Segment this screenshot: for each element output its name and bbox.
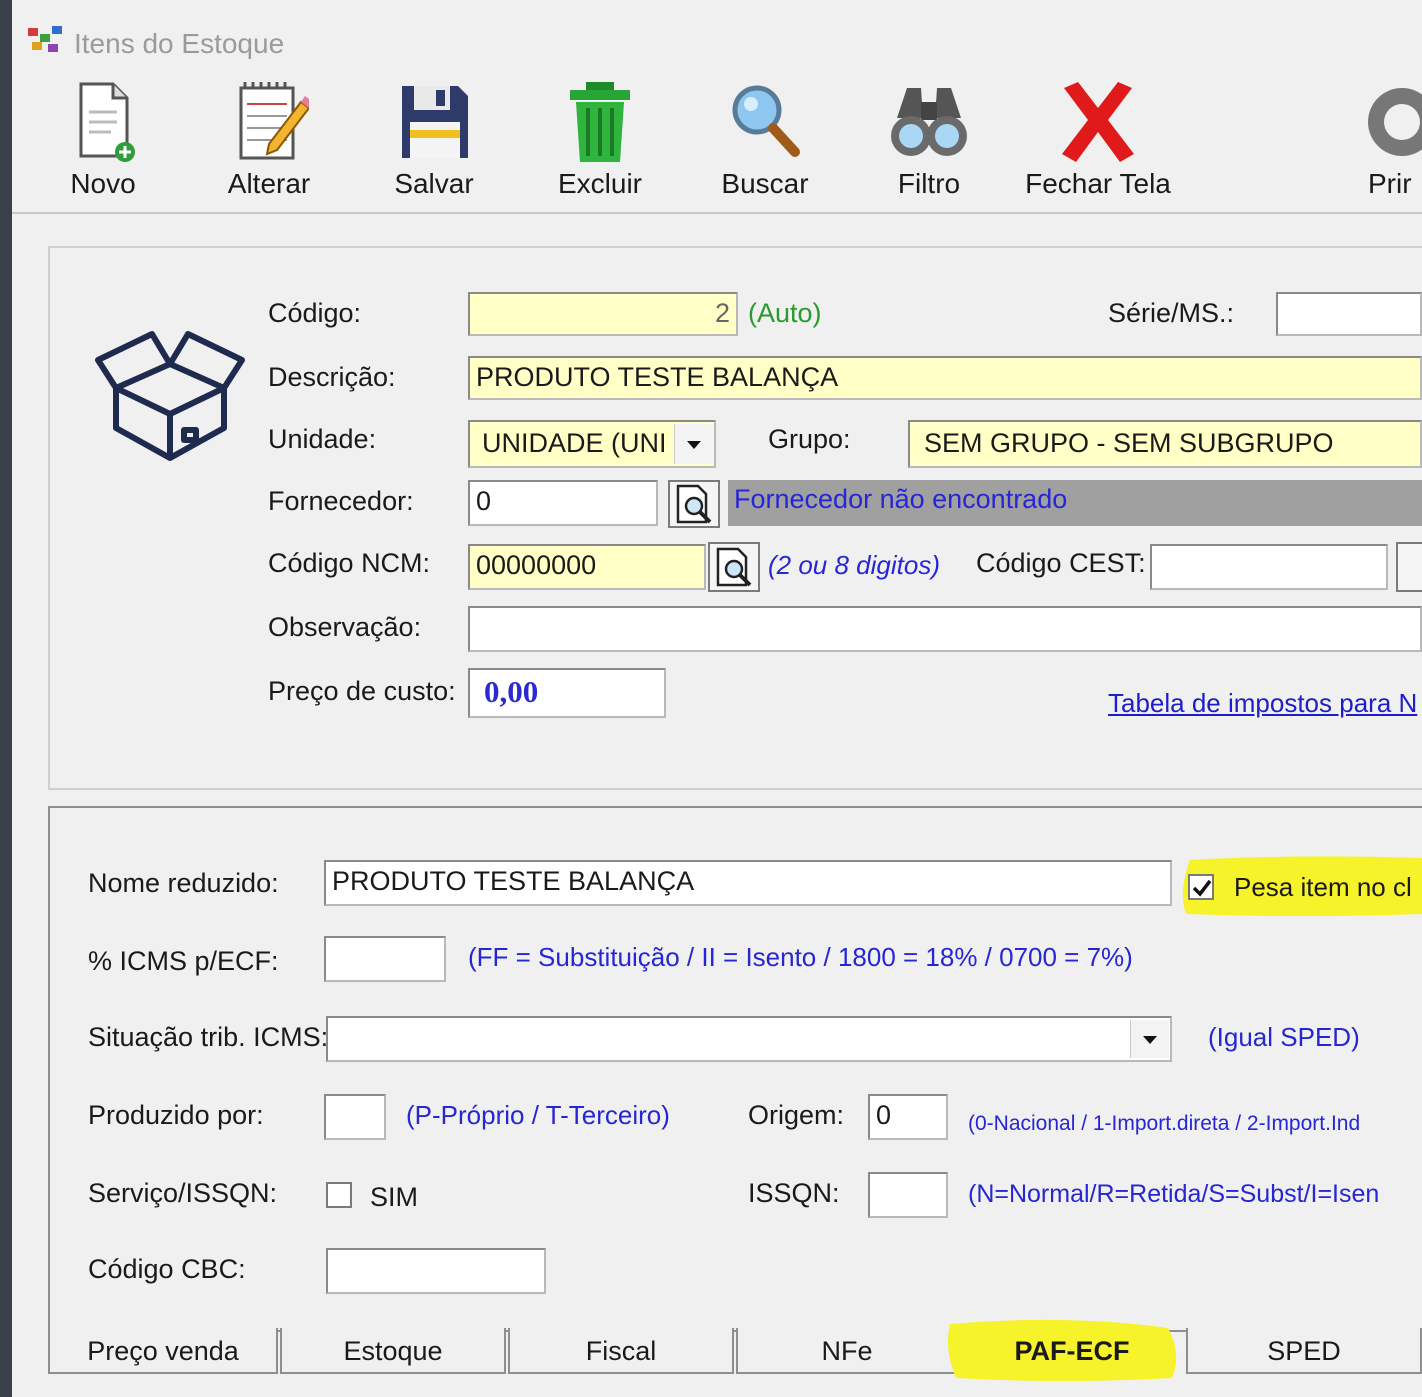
novo-label: Novo [70, 168, 136, 199]
salvar-button[interactable]: Salvar [382, 78, 486, 208]
ncm-hint: (2 ou 8 digitos) [768, 550, 940, 580]
produzido-por-field[interactable] [324, 1094, 386, 1140]
fornecedor-search-button[interactable] [668, 480, 720, 528]
codigo-field[interactable]: 2 [468, 292, 738, 336]
salvar-label: Salvar [394, 168, 474, 199]
codigo-cbc-label: Código CBC: [88, 1254, 246, 1284]
nome-reduzido-label: Nome reduzido: [88, 868, 279, 898]
magnifier-icon [732, 85, 800, 157]
tab-preco-venda[interactable]: Preço venda [48, 1328, 278, 1374]
cest-search-button[interactable] [1396, 542, 1422, 592]
document-search-icon [676, 484, 712, 524]
nome-reduzido-field[interactable]: PRODUTO TESTE BALANÇA [324, 860, 1172, 906]
filtro-button[interactable]: Filtro [880, 78, 978, 208]
preco-custo-field[interactable]: 0,00 [468, 668, 666, 718]
imprimir-button[interactable]: Prir [1364, 78, 1422, 208]
origem-label: Origem: [748, 1100, 845, 1130]
unidade-label: Unidade: [268, 424, 377, 454]
produzido-por-label: Produzido por: [88, 1100, 264, 1130]
alterar-button[interactable]: Alterar [212, 78, 326, 208]
codigo-cbc-field[interactable] [326, 1248, 546, 1294]
alterar-label: Alterar [227, 168, 311, 199]
origem-hint: (0-Nacional / 1-Import.direta / 2-Import… [968, 1112, 1361, 1135]
excluir-label: Excluir [557, 168, 642, 199]
icms-ecf-field[interactable] [324, 936, 446, 982]
tabela-impostos-link-wrap[interactable]: Tabela de impostos para N [1108, 688, 1417, 719]
buscar-button[interactable]: Buscar [712, 78, 818, 208]
printer-icon [1368, 88, 1422, 156]
new-document-icon [79, 82, 135, 162]
app-icon [28, 26, 62, 52]
serie-label: Série/MS.: [1108, 298, 1235, 328]
codigo-auto-hint: (Auto) [748, 298, 822, 328]
fechar-tela-button[interactable]: Fechar Tela [1018, 78, 1178, 208]
descricao-field[interactable]: PRODUTO TESTE BALANÇA [468, 356, 1422, 400]
icms-ecf-label: % ICMS p/ECF: [88, 946, 279, 976]
servico-sim-checkbox[interactable] [326, 1182, 352, 1208]
situacao-trib-dropdown-button[interactable] [1130, 1020, 1169, 1058]
serie-field[interactable] [1276, 292, 1422, 336]
fornecedor-label: Fornecedor: [268, 486, 414, 516]
unidade-dropdown-button[interactable] [674, 424, 713, 464]
situacao-trib-hint: (Igual SPED) [1208, 1022, 1360, 1052]
excluir-button[interactable]: Excluir [546, 78, 654, 208]
window-title: Itens do Estoque [74, 28, 285, 59]
issqn-field[interactable] [868, 1172, 948, 1218]
buscar-label: Buscar [721, 168, 809, 199]
ncm-label: Código NCM: [268, 548, 431, 578]
binoculars-icon [891, 88, 967, 156]
situacao-trib-select[interactable] [326, 1016, 1172, 1062]
observacao-field[interactable] [468, 606, 1422, 652]
grupo-field[interactable]: SEM GRUPO - SEM SUBGRUPO [908, 420, 1422, 468]
produzido-por-hint: (P-Próprio / T-Terceiro) [406, 1100, 670, 1130]
pesa-item-checkbox[interactable] [1188, 874, 1214, 900]
cest-field[interactable] [1150, 544, 1388, 590]
edit-notepad-icon [239, 82, 309, 160]
observacao-label: Observação: [268, 612, 422, 642]
chevron-down-icon [687, 441, 701, 449]
fornecedor-field[interactable]: 0 [468, 480, 658, 526]
situacao-trib-label: Situação trib. ICMS: [88, 1022, 329, 1052]
close-x-icon [1062, 82, 1134, 162]
save-disk-icon [402, 86, 468, 158]
tab-fiscal[interactable]: Fiscal [508, 1328, 734, 1374]
tab-nfe[interactable]: NFe [736, 1328, 958, 1374]
pesa-item-label: Pesa item no cl [1234, 872, 1412, 902]
codigo-label: Código: [268, 298, 362, 328]
ncm-search-button[interactable] [708, 542, 760, 592]
icms-ecf-hint: (FF = Substituição / II = Isento / 1800 … [468, 942, 1133, 972]
issqn-label: ISSQN: [748, 1178, 840, 1208]
servico-issqn-label: Serviço/ISSQN: [88, 1178, 278, 1208]
origem-field[interactable]: 0 [868, 1094, 948, 1140]
cest-label: Código CEST: [976, 548, 1146, 578]
grupo-label: Grupo: [768, 424, 851, 454]
imprimir-label: Prir [1368, 168, 1412, 199]
tab-paf-ecf[interactable]: PAF-ECF [960, 1328, 1184, 1374]
fechar-tela-label: Fechar Tela [1025, 168, 1171, 199]
document-search-icon [716, 547, 752, 587]
chevron-down-icon [1143, 1036, 1157, 1044]
descricao-label: Descrição: [268, 362, 396, 392]
filtro-label: Filtro [897, 168, 961, 199]
box-icon [95, 331, 245, 461]
novo-button[interactable]: Novo [48, 78, 158, 208]
fornecedor-status: Fornecedor não encontrado [728, 480, 1422, 526]
tab-estoque[interactable]: Estoque [280, 1328, 506, 1374]
desktop-edge [0, 0, 12, 1397]
trash-can-icon [570, 82, 630, 162]
issqn-hint: (N=Normal/R=Retida/S=Subst/I=Isen [968, 1180, 1380, 1208]
servico-sim-label: SIM [370, 1182, 419, 1212]
tab-sped[interactable]: SPED [1186, 1328, 1422, 1374]
checkmark-icon [1192, 879, 1212, 897]
preco-custo-label: Preço de custo: [268, 676, 456, 706]
ncm-field[interactable]: 00000000 [468, 544, 706, 590]
tabela-impostos-link[interactable]: Tabela de impostos para N [1108, 688, 1417, 718]
unidade-value: UNIDADE (UNI [482, 428, 667, 458]
